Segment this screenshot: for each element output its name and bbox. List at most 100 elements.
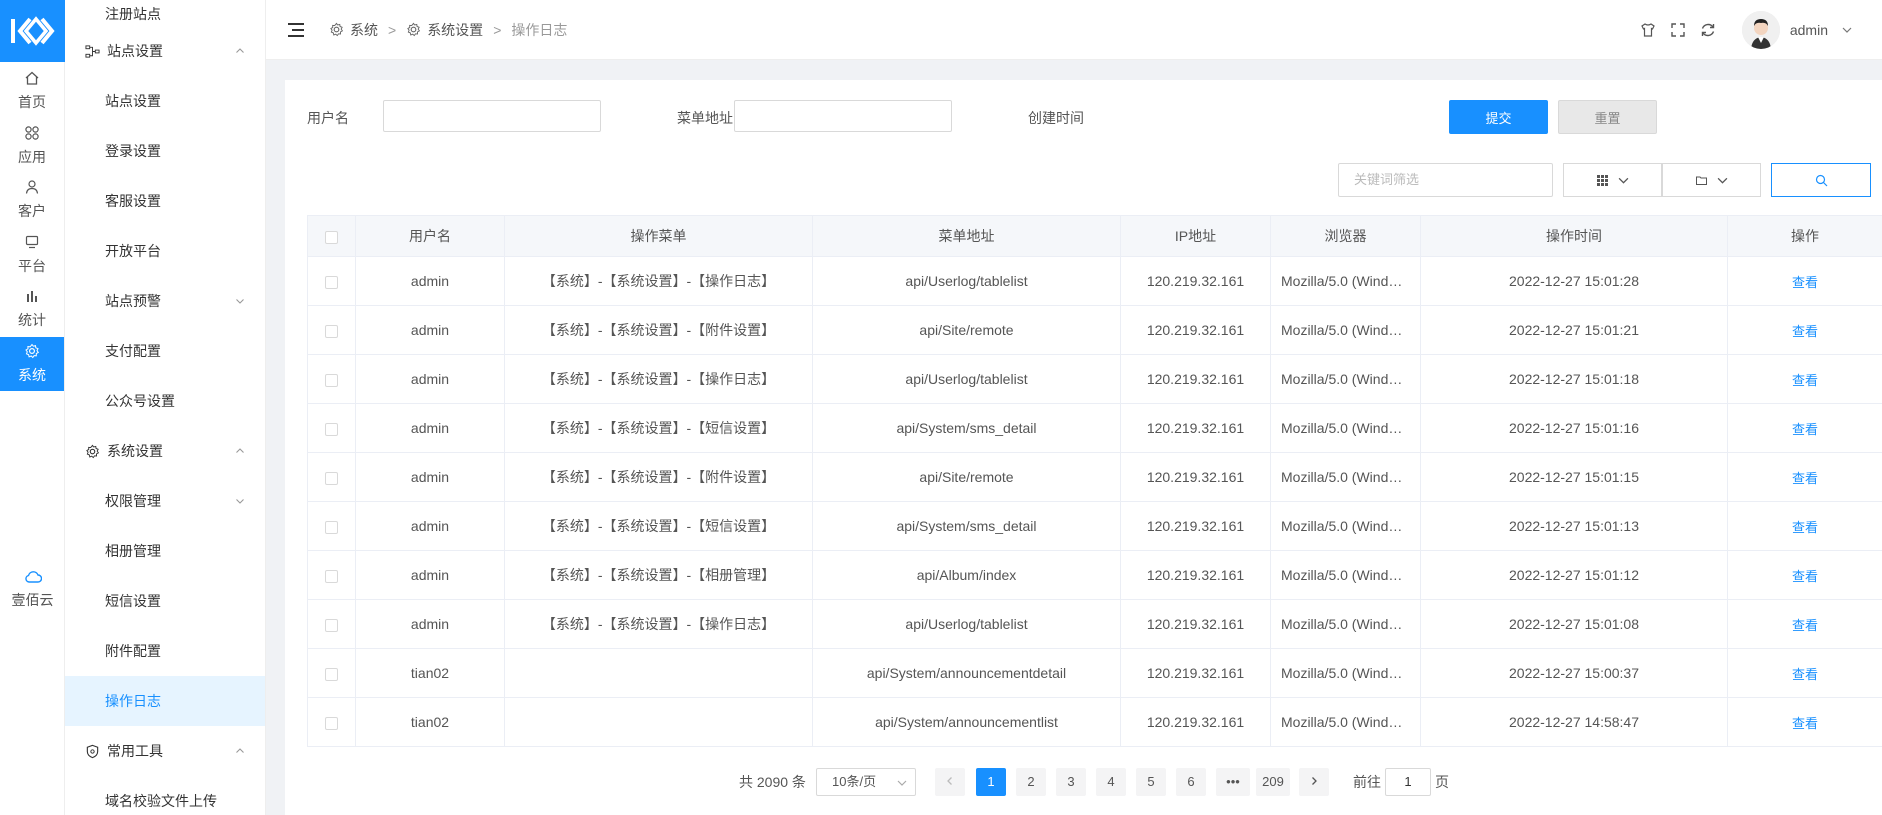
submenu-group[interactable]: 系统设置	[65, 426, 265, 476]
chevron-down-icon[interactable]	[235, 496, 245, 506]
view-link[interactable]: 查看	[1792, 569, 1818, 584]
table-row[interactable]: admin 【系统】-【系统设置】-【操作日志】 api/Userlog/table…	[307, 599, 1882, 649]
chevron-up-icon[interactable]	[235, 446, 245, 456]
rail-item[interactable]: 统计	[0, 282, 64, 337]
view-link[interactable]: 查看	[1792, 275, 1818, 290]
reset-button[interactable]: 重置	[1558, 100, 1657, 134]
submenu-item[interactable]: 客服设置	[65, 176, 265, 226]
page-number-button[interactable]: 1	[976, 768, 1006, 796]
submenu-item[interactable]: 开放平台	[65, 226, 265, 276]
col-header-ip[interactable]: IP地址	[1120, 215, 1271, 257]
table-row[interactable]: admin 【系统】-【系统设置】-【附件设置】 api/Site/remote 12…	[307, 452, 1882, 502]
view-link[interactable]: 查看	[1792, 716, 1818, 731]
export-button[interactable]	[1662, 163, 1761, 197]
table-row[interactable]: tian02 api/System/announcementlist 120.219…	[307, 697, 1882, 747]
view-link[interactable]: 查看	[1792, 667, 1818, 682]
submenu-item[interactable]: 站点预警	[65, 276, 265, 326]
rail-item[interactable]: 首页	[0, 64, 64, 119]
keyword-filter-input[interactable]: 关键词筛选	[1338, 163, 1553, 197]
table-row[interactable]: admin 【系统】-【系统设置】-【附件设置】 api/Site/remote 12…	[307, 305, 1882, 355]
page-number-button[interactable]: 3	[1056, 768, 1086, 796]
refresh-icon[interactable]	[1700, 22, 1716, 38]
view-link[interactable]: 查看	[1792, 373, 1818, 388]
submenu-item[interactable]: 注册站点	[65, 0, 265, 26]
avatar[interactable]	[1741, 11, 1780, 49]
cell-ip: 120.219.32.161	[1120, 697, 1271, 747]
chevron-down-icon[interactable]	[1842, 25, 1852, 35]
view-link[interactable]: 查看	[1792, 324, 1818, 339]
chevron-up-icon[interactable]	[235, 46, 245, 56]
submenu-item[interactable]: 公众号设置	[65, 376, 265, 426]
theme-shirt-icon[interactable]	[1640, 22, 1656, 38]
prev-page-button[interactable]	[935, 768, 965, 796]
fullscreen-icon[interactable]	[1670, 22, 1686, 38]
view-link[interactable]: 查看	[1792, 618, 1818, 633]
logo[interactable]	[0, 0, 65, 62]
col-header-url[interactable]: 菜单地址	[812, 215, 1121, 257]
rail-item-cloud[interactable]: 壹佰云	[0, 555, 65, 625]
page-number-button[interactable]: •••	[1216, 768, 1250, 796]
row-checkbox[interactable]	[325, 520, 338, 534]
chevron-down-icon[interactable]	[235, 296, 245, 306]
submit-button[interactable]: 提交	[1449, 100, 1548, 134]
view-link[interactable]: 查看	[1792, 520, 1818, 535]
view-link[interactable]: 查看	[1792, 471, 1818, 486]
next-page-button[interactable]	[1299, 768, 1329, 796]
user-name[interactable]: admin	[1790, 22, 1828, 38]
row-checkbox[interactable]	[325, 667, 338, 681]
row-checkbox[interactable]	[325, 716, 338, 730]
submenu-group[interactable]: 常用工具	[65, 726, 265, 776]
menu-url-input[interactable]	[734, 100, 952, 132]
chevron-up-icon[interactable]	[235, 746, 245, 756]
cell-browser: Mozilla/5.0 (Windows NT 10.0; Win64; x64…	[1270, 697, 1421, 747]
row-checkbox[interactable]	[325, 422, 338, 436]
row-checkbox[interactable]	[325, 324, 338, 338]
username-input[interactable]	[383, 100, 601, 132]
submenu-item[interactable]: 操作日志	[65, 676, 265, 726]
rail-item[interactable]: 应用	[0, 119, 64, 174]
submenu-item[interactable]: 相册管理	[65, 526, 265, 576]
page-number-button[interactable]: 2	[1016, 768, 1046, 796]
table-row[interactable]: admin 【系统】-【系统设置】-【相册管理】 api/Album/index 12…	[307, 550, 1882, 600]
table-row[interactable]: admin 【系统】-【系统设置】-【短信设置】 api/System/sms_de…	[307, 403, 1882, 453]
col-header-time[interactable]: 操作时间	[1420, 215, 1728, 257]
col-header-browser[interactable]: 浏览器	[1270, 215, 1421, 257]
table-row[interactable]: admin 【系统】-【系统设置】-【短信设置】 api/System/sms_de…	[307, 501, 1882, 551]
submenu-item[interactable]: 短信设置	[65, 576, 265, 626]
row-checkbox[interactable]	[325, 373, 338, 387]
submenu-item[interactable]: 权限管理	[65, 476, 265, 526]
log-table: 用户名 操作菜单 菜单地址 IP地址 浏览器 操作时间 操作 admin 【系统】…	[307, 215, 1882, 747]
page-number-button[interactable]: 5	[1136, 768, 1166, 796]
breadcrumb-item-2[interactable]: 系统设置	[427, 20, 483, 40]
search-button[interactable]	[1771, 163, 1871, 197]
breadcrumb-item-1[interactable]: 系统	[350, 20, 378, 40]
select-all-checkbox[interactable]	[325, 230, 338, 244]
rail-item[interactable]: 客户	[0, 173, 64, 228]
row-checkbox[interactable]	[325, 275, 338, 289]
page-number-button[interactable]: 4	[1096, 768, 1126, 796]
page-size-select[interactable]: 10条/页	[816, 768, 916, 796]
submenu-item[interactable]: 站点设置	[65, 76, 265, 126]
columns-toggle-button[interactable]	[1563, 163, 1662, 197]
cell-username: admin	[355, 501, 505, 551]
rail-item[interactable]: 系统	[0, 336, 64, 391]
submenu-item[interactable]: 登录设置	[65, 126, 265, 176]
table-row[interactable]: admin 【系统】-【系统设置】-【操作日志】 api/Userlog/table…	[307, 354, 1882, 404]
row-checkbox[interactable]	[325, 471, 338, 485]
submenu-item[interactable]: 域名校验文件上传	[65, 776, 265, 815]
submenu-group[interactable]: 站点设置	[65, 26, 265, 76]
menu-toggle-icon[interactable]	[288, 22, 304, 37]
rail-item[interactable]: 平台	[0, 228, 64, 283]
col-header-username[interactable]: 用户名	[355, 215, 505, 257]
submenu-item[interactable]: 附件配置	[65, 626, 265, 676]
table-row[interactable]: tian02 api/System/announcementdetail 120.2…	[307, 648, 1882, 698]
view-link[interactable]: 查看	[1792, 422, 1818, 437]
page-number-button[interactable]: 209	[1256, 768, 1290, 796]
submenu-item[interactable]: 支付配置	[65, 326, 265, 376]
page-number-button[interactable]: 6	[1176, 768, 1206, 796]
goto-page-input[interactable]: 1	[1385, 768, 1431, 796]
table-row[interactable]: admin 【系统】-【系统设置】-【操作日志】 api/Userlog/table…	[307, 256, 1882, 306]
row-checkbox[interactable]	[325, 618, 338, 632]
row-checkbox[interactable]	[325, 569, 338, 583]
col-header-menu[interactable]: 操作菜单	[504, 215, 813, 257]
